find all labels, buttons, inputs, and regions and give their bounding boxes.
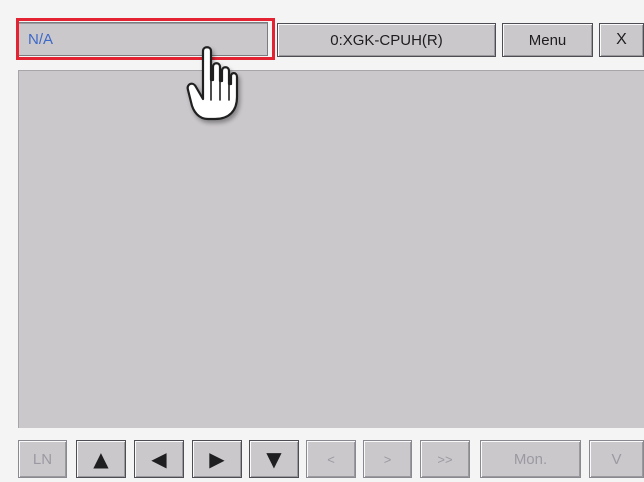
triangle-down-icon: ▼ [266, 447, 282, 471]
plc-monitor-window: N/A 0:XGK-CPUH(R) Menu X LN ▲ ◀ ▶ ▼ < > … [0, 0, 644, 482]
up-button[interactable]: ▲ [76, 440, 126, 478]
status-field[interactable]: N/A [17, 22, 268, 56]
device-button[interactable]: 0:XGK-CPUH(R) [277, 23, 496, 57]
triangle-right-icon: ▶ [209, 447, 225, 471]
down-button[interactable]: ▼ [249, 440, 299, 478]
triangle-up-icon: ▲ [93, 447, 109, 471]
triangle-left-icon: ◀ [151, 447, 167, 471]
previous-label: < [327, 451, 335, 467]
next-label: > [383, 451, 392, 467]
fast-forward-label: >> [437, 451, 453, 467]
monitor-button[interactable]: Mon. [480, 440, 581, 478]
right-button[interactable]: ▶ [192, 440, 242, 478]
bottom-toolbar: LN ▲ ◀ ▶ ▼ < > >> Mon. V [18, 438, 644, 482]
view-button[interactable]: V [589, 440, 644, 478]
close-button[interactable]: X [599, 23, 644, 57]
previous-button[interactable]: < [306, 440, 356, 478]
left-button[interactable]: ◀ [134, 440, 184, 478]
ln-button[interactable]: LN [18, 440, 67, 478]
fast-forward-button[interactable]: >> [420, 440, 470, 478]
next-button[interactable]: > [363, 440, 412, 478]
main-display-area [18, 70, 644, 428]
menu-button[interactable]: Menu [502, 23, 593, 57]
top-toolbar: N/A 0:XGK-CPUH(R) Menu X [16, 18, 644, 62]
